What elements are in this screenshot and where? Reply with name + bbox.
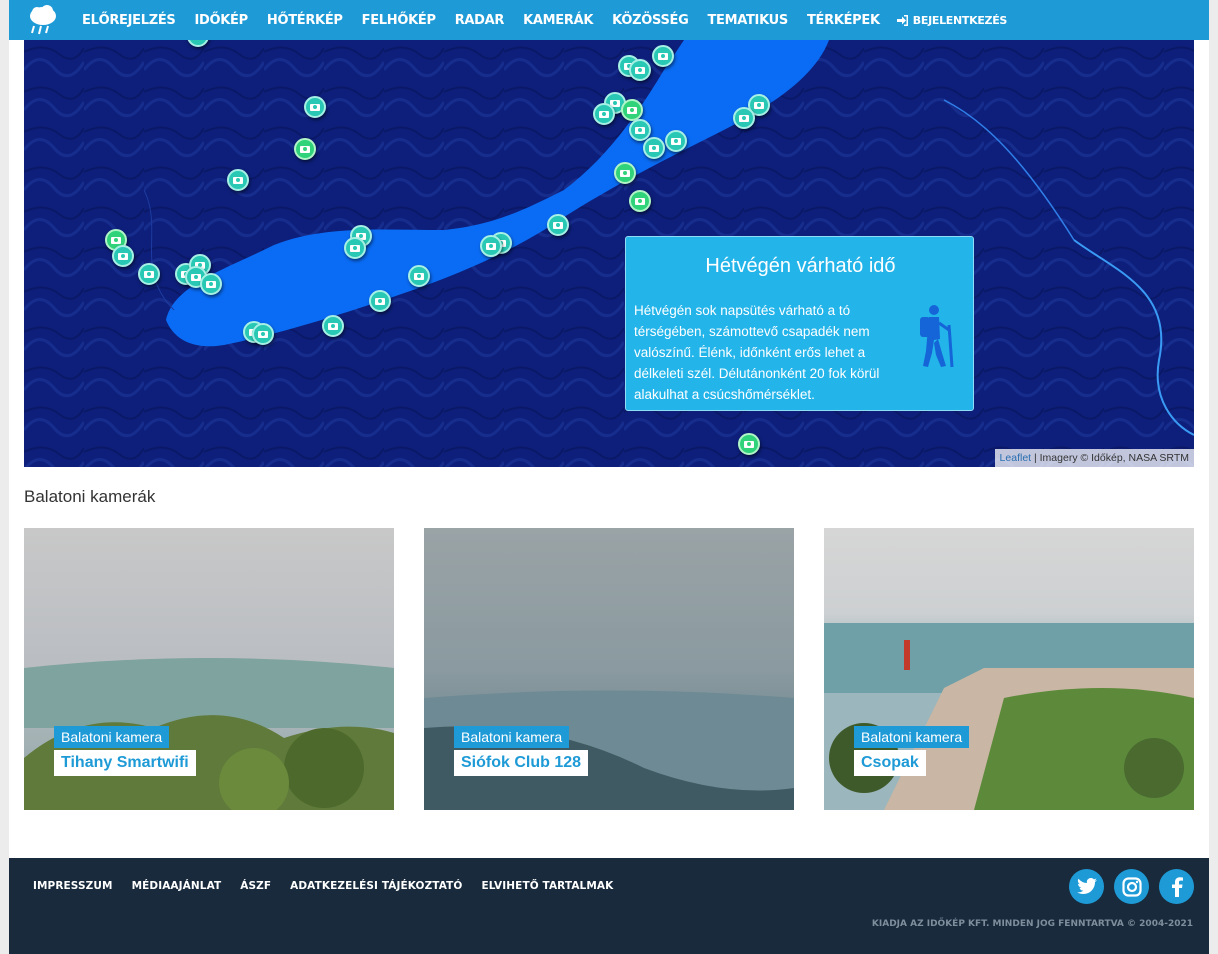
camera-marker[interactable] xyxy=(665,130,687,152)
camera-marker[interactable] xyxy=(138,263,160,285)
camera-marker[interactable] xyxy=(621,99,643,121)
camera-marker[interactable] xyxy=(294,138,316,160)
camera-marker[interactable] xyxy=(252,323,274,345)
camera-marker[interactable] xyxy=(369,290,391,312)
camera-marker[interactable] xyxy=(629,59,651,81)
facebook-icon[interactable] xyxy=(1159,869,1194,904)
popup-text: Hétvégén sok napsütés várható a tó térsé… xyxy=(634,303,880,402)
map-view[interactable]: Hétvégén várható idő Hétvégén sok napsüt… xyxy=(24,40,1194,467)
camera-marker[interactable] xyxy=(480,235,502,257)
camera-name[interactable]: Csopak xyxy=(854,750,926,776)
login-label: BEJELENTKEZÉS xyxy=(912,13,1008,27)
camera-marker[interactable] xyxy=(738,433,760,455)
nav-item-felhokep[interactable]: FELHŐKÉP xyxy=(362,13,436,28)
footer-link-impresszum[interactable]: IMPRESSZUM xyxy=(33,880,113,892)
camera-marker[interactable] xyxy=(593,103,615,125)
login-link[interactable]: BEJELENTKEZÉS xyxy=(896,13,1008,27)
popup-title: Hétvégén várható idő xyxy=(705,255,896,277)
nav-item-hoterkep[interactable]: HŐTÉRKÉP xyxy=(267,13,343,28)
camera-name[interactable]: Tihany Smartwifi xyxy=(54,750,196,776)
weekend-forecast-popup[interactable]: Hétvégén várható idő Hétvégén sok napsüt… xyxy=(625,236,974,411)
nav-item-kamerak[interactable]: KAMERÁK xyxy=(523,13,593,28)
sign-in-icon xyxy=(896,14,908,26)
camera-marker[interactable] xyxy=(547,214,569,236)
nav-item-radar[interactable]: RADAR xyxy=(455,13,505,28)
camera-marker[interactable] xyxy=(112,245,134,267)
hiker-icon xyxy=(920,305,954,368)
camera-marker[interactable] xyxy=(322,315,344,337)
page: ELŐREJELZÉS IDŐKÉP HŐTÉRKÉP FELHŐKÉP RAD… xyxy=(9,0,1209,954)
camera-tag: Balatoni kamera xyxy=(854,726,970,748)
footer-link-aszf[interactable]: ÁSZF xyxy=(240,880,271,892)
camera-marker[interactable] xyxy=(200,273,222,295)
instagram-icon[interactable] xyxy=(1114,869,1149,904)
camera-marker[interactable] xyxy=(652,45,674,67)
social-links xyxy=(1069,869,1194,904)
camera-tag: Balatoni kamera xyxy=(454,726,570,748)
camera-marker[interactable] xyxy=(408,265,430,287)
nav-item-kozosseg[interactable]: KÖZÖSSÉG xyxy=(612,13,689,28)
footer-link-adatkezeles[interactable]: ADATKEZELÉSI TÁJÉKOZTATÓ xyxy=(290,880,462,892)
nav-item-tematikus[interactable]: TEMATIKUS xyxy=(707,13,788,28)
nav-item-terkepek[interactable]: TÉRKÉPEK xyxy=(807,13,880,28)
camera-marker[interactable] xyxy=(643,137,665,159)
attribution-text: | Imagery © Időkép, NASA SRTM xyxy=(1031,452,1189,464)
camera-marker[interactable] xyxy=(629,190,651,212)
top-navigation: ELŐREJELZÉS IDŐKÉP HŐTÉRKÉP FELHŐKÉP RAD… xyxy=(9,0,1209,40)
camera-tag: Balatoni kamera xyxy=(54,726,170,748)
twitter-icon[interactable] xyxy=(1069,869,1104,904)
camera-name[interactable]: Siófok Club 128 xyxy=(454,750,589,776)
camera-card-siofok[interactable]: Balatoni kamera Siófok Club 128 xyxy=(424,528,794,810)
nav-item-elorejelzes[interactable]: ELŐREJELZÉS xyxy=(82,13,176,28)
nav-item-idokep[interactable]: IDŐKÉP xyxy=(194,13,248,28)
camera-card-csopak[interactable]: Balatoni kamera Csopak xyxy=(824,528,1194,810)
camera-marker[interactable] xyxy=(227,169,249,191)
map-attribution: Leaflet | Imagery © Időkép, NASA SRTM xyxy=(994,449,1194,467)
footer-links: IMPRESSZUM MÉDIAAJÁNLAT ÁSZF ADATKEZELÉS… xyxy=(33,880,613,892)
camera-marker[interactable] xyxy=(733,107,755,129)
camera-marker[interactable] xyxy=(304,96,326,118)
footer: IMPRESSZUM MÉDIAAJÁNLAT ÁSZF ADATKEZELÉS… xyxy=(9,858,1209,954)
footer-link-elviheto-tartalmak[interactable]: ELVIHETŐ TARTALMAK xyxy=(481,880,613,892)
copyright-text: KIADJA AZ IDŐKÉP KFT. MINDEN JOG FENNTAR… xyxy=(871,919,1193,929)
leaflet-link[interactable]: Leaflet xyxy=(1000,452,1032,464)
camera-marker[interactable] xyxy=(344,237,366,259)
cameras-section-title: Balatoni kamerák xyxy=(24,487,156,506)
idokep-logo-icon[interactable] xyxy=(26,3,60,37)
camera-marker[interactable] xyxy=(614,162,636,184)
camera-card-tihany[interactable]: Balatoni kamera Tihany Smartwifi xyxy=(24,528,394,810)
footer-link-mediaajanlat[interactable]: MÉDIAAJÁNLAT xyxy=(132,880,222,892)
